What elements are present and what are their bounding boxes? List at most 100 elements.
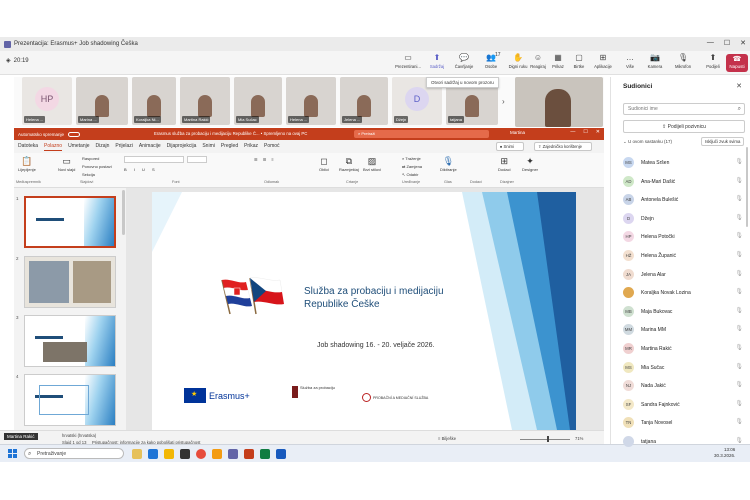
arrange-button[interactable]: ⧉ Razmještaj [339,156,359,172]
main-video-tile[interactable] [515,77,603,127]
participant-row[interactable]: tatjana 🎙 [623,434,749,448]
taskbar-app-folder-icon[interactable] [212,449,222,459]
participant-row[interactable]: MS Matea Sršen 🎙 [623,155,749,169]
participant-row[interactable]: NJ Nada Jakić 🎙 [623,378,749,392]
addins-button[interactable]: ⊞ Dodaci [498,156,510,172]
ribbon-tab[interactable]: Dijaprojekcija [167,143,197,151]
taskbar-app-edge-icon[interactable] [148,449,158,459]
people-button[interactable]: 👥 Osobe 17 [478,53,504,70]
taskbar-app-excel-icon[interactable] [260,449,270,459]
mic-muted-icon[interactable]: 🎙 [735,158,743,165]
participants-search-input[interactable]: Sudionici ime ⌕ [623,103,745,115]
video-tile[interactable]: Jelena ... [340,77,388,125]
participant-row[interactable]: MS Mia Sučac 🎙 [623,360,749,374]
mic-muted-icon[interactable]: 🎙 [735,232,743,239]
participant-row[interactable]: AB Antonela Bulešić 🎙 [623,192,749,206]
minimize-button[interactable]: — [707,39,714,47]
paste-button[interactable]: 📋 Lijepljenje [18,156,36,172]
participants-scrollbar[interactable] [746,147,748,227]
select-button[interactable]: ↖ Odabir [402,172,418,177]
video-tile[interactable]: Marina ... [76,77,128,125]
taskbar-app-explorer-icon[interactable] [164,449,174,459]
leave-button[interactable]: ☎ Napusti [726,54,748,72]
ribbon-tab[interactable]: Snimi [202,143,215,151]
mic-muted-icon[interactable]: 🎙 [735,214,743,221]
close-icon[interactable]: ✕ [736,82,742,90]
ppt-maximize-button[interactable]: ☐ [583,129,587,135]
thumbnail-scrollbar[interactable] [122,190,125,235]
ribbon-tab[interactable]: Animacije [139,143,161,151]
find-button[interactable]: ⌕ Traženje [402,156,421,161]
participant-row[interactable]: AD Ana-Mari Dašić 🎙 [623,174,749,188]
ribbon-tab[interactable]: Umetanje [68,143,89,151]
ribbon-tab[interactable]: Prikaz [244,143,258,151]
font-size-box[interactable] [187,156,207,163]
mute-all-button[interactable]: Isključi zvuk svima [701,137,745,146]
mic-muted-icon[interactable]: 🎙 [735,251,743,258]
video-tile[interactable]: Mia Sučac [234,77,282,125]
dictate-button[interactable]: 🎙 Diktiranje [440,156,457,172]
taskbar-search[interactable]: ⌕ Pretraživanje [24,448,124,459]
font-format-buttons[interactable]: B I U S [124,167,158,172]
rooms-button[interactable]: ▢ Birtke [566,53,592,69]
notes-button[interactable]: ≡ Bilješke [438,436,456,441]
mic-muted-icon[interactable]: 🎙 [735,437,743,444]
present-new-window-button[interactable]: ▭ Prezentirani... [395,53,421,69]
slide-1[interactable]: Služba za probaciju i medijaciju Republi… [152,192,576,430]
participant-row[interactable]: Koraljka Novak Lozina 🎙 [623,285,749,299]
ppt-search-box[interactable]: ⌕ Pretraži [354,130,489,138]
record-button[interactable]: ● Snimi [495,142,524,151]
replace-button[interactable]: ⇄ Zamjena [402,164,422,169]
share-screen-button[interactable]: ⬆ Podijeli [700,53,726,69]
section-button[interactable]: Sekcija [82,172,95,177]
taskbar-clock[interactable]: 13:06 30.3.2026. [714,447,735,459]
in-meeting-section[interactable]: ⌄ U ovom sastanku (17) [623,139,672,145]
language-status[interactable]: hrvatski (hrvatska) [62,433,96,438]
share-button[interactable]: ⬆ Sadržaj [424,53,450,69]
chevron-right-icon[interactable]: › [502,97,505,106]
share-document-button[interactable]: ⇪ Zajedničko korištenje [533,142,592,151]
mic-muted-icon[interactable]: 🎙 [735,307,743,314]
new-slide-button[interactable]: ▭ Novi slajd [58,156,75,172]
taskbar-app-teams-icon[interactable] [228,449,238,459]
ppt-user-name[interactable]: Martina [510,130,525,135]
participant-row[interactable]: MR Martina Rakić 🎙 [623,341,749,355]
slide-thumbnail[interactable] [24,315,116,367]
mic-muted-icon[interactable]: 🎙 [735,381,743,388]
mic-muted-icon[interactable]: 🎙 [735,363,743,370]
mic-muted-icon[interactable]: 🎙 [735,400,743,407]
mic-muted-icon[interactable]: 🎙 [735,270,743,277]
participant-row[interactable]: D Džejn 🎙 [623,211,749,225]
paragraph-buttons[interactable]: ☰ ☰ ≡ [254,157,276,162]
chat-button[interactable]: 💬 Čavrljanje [451,53,477,69]
taskbar-app-store-icon[interactable] [180,449,190,459]
close-button[interactable]: ✕ [740,39,746,47]
ribbon-tab[interactable]: Pregled [221,143,238,151]
ribbon-tab[interactable]: Pomoć [264,143,280,151]
mic-muted-icon[interactable]: 🎙 [735,344,743,351]
ribbon-tab[interactable]: Polazno [44,143,63,151]
ppt-close-button[interactable]: ✕ [596,129,600,135]
zoom-slider-knob[interactable] [547,436,549,442]
video-tile[interactable]: Helena ... [286,77,336,125]
participant-row[interactable]: HP Helena Potočki 🎙 [623,229,749,243]
taskbar-app-widgets-icon[interactable] [132,449,142,459]
font-name-box[interactable] [124,156,184,163]
taskbar-app-powerpoint-icon[interactable] [244,449,254,459]
mic-muted-icon[interactable]: 🎙 [735,288,743,295]
designer-button[interactable]: ✦ Designer [522,156,538,172]
quick-styles-button[interactable]: ▨ Brzi stilovi [363,156,381,172]
autosave-toggle[interactable] [68,131,81,137]
layout-button[interactable]: Raspored [82,156,99,161]
zoom-slider[interactable] [520,439,570,440]
windows-start-button[interactable] [8,449,17,458]
maximize-button[interactable]: ☐ [724,39,730,47]
participant-row[interactable]: MM Marina MM 🎙 [623,322,749,336]
taskbar-app-chrome-icon[interactable] [196,449,206,459]
mic-muted-icon[interactable]: 🎙 [735,177,743,184]
participant-row[interactable]: HŽ Helena Županić 🎙 [623,248,749,262]
mic-muted-icon[interactable]: 🎙 [735,418,743,425]
reset-button[interactable]: Ponovno postavi [82,164,112,169]
share-invite-button[interactable]: ⇪ Podijeli pozivnicu [623,120,745,133]
zoom-level[interactable]: 71% [575,436,583,441]
